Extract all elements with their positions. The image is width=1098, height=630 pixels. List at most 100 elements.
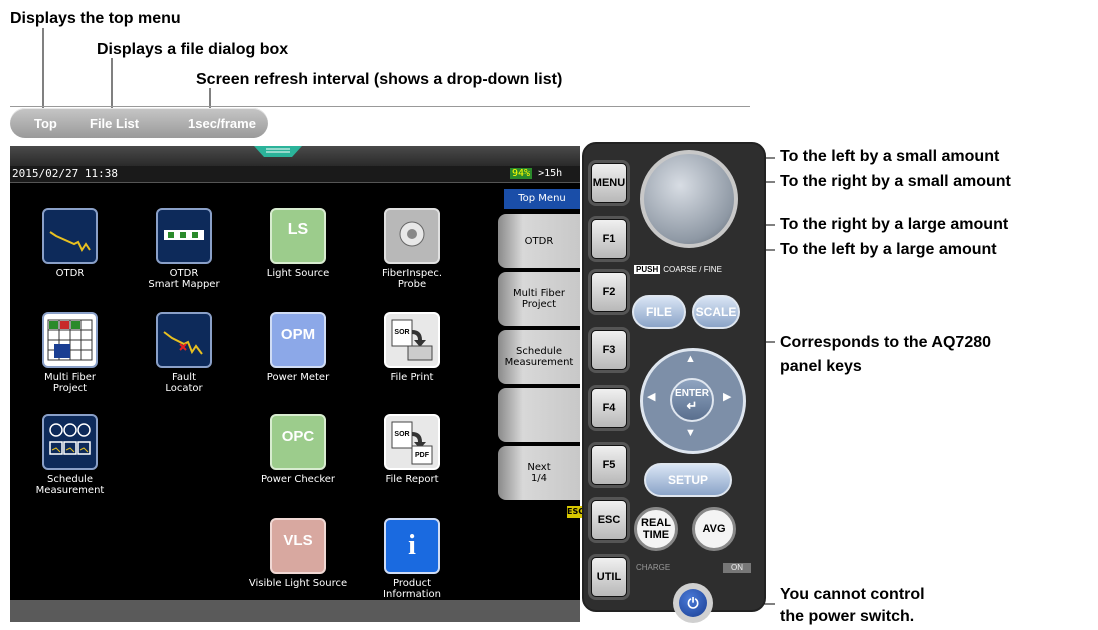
down-arrow-icon[interactable]: ▼	[685, 428, 696, 439]
app-power-checker[interactable]: OPC Power Checker	[242, 414, 354, 485]
app-file-report[interactable]: SOR PDF File Report	[356, 414, 468, 485]
charge-label: CHARGE	[636, 563, 671, 572]
annotation-top-menu: Displays the top menu	[10, 10, 181, 27]
enter-return-icon: ↵	[686, 398, 698, 413]
rotary-knob[interactable]	[640, 150, 738, 248]
annotation-panel-keys-line1: Corresponds to the AQ7280	[780, 334, 992, 351]
file-key[interactable]: FILE	[632, 295, 686, 329]
app-label: File Print	[390, 372, 434, 383]
app-label: Power Checker	[260, 474, 336, 485]
f3-key[interactable]: F3	[591, 330, 627, 370]
icon-text: OPM	[280, 325, 316, 343]
scale-key[interactable]: SCALE	[692, 295, 740, 329]
app-otdr[interactable]: OTDR	[14, 208, 126, 279]
app-label: Schedule Measurement	[35, 474, 105, 496]
softkey-next[interactable]: Next 1/4	[498, 446, 580, 500]
power-meter-icon: OPM	[270, 312, 326, 368]
app-label: Multi Fiber Project	[43, 372, 97, 394]
enter-key[interactable]: ENTER ↵	[670, 378, 714, 422]
probe-icon	[384, 208, 440, 264]
app-light-source[interactable]: LS Light Source	[242, 208, 354, 279]
multi-fiber-icon	[42, 312, 98, 368]
coarse-fine-label: COARSE / FINE	[663, 265, 722, 274]
top-button[interactable]: Top	[34, 116, 57, 131]
pull-down-tab-icon[interactable]	[254, 146, 302, 158]
app-label: Fault Locator	[165, 372, 203, 394]
icon-text-pdf: PDF	[415, 451, 429, 459]
icon-text: SOR	[394, 328, 410, 336]
annotation-panel-keys-line2: panel keys	[780, 358, 862, 375]
f2-key[interactable]: F2	[591, 272, 627, 312]
screen-bottom-bar	[10, 600, 580, 622]
icon-text: VLS	[283, 531, 313, 549]
annotation-left-large: To the left by a large amount	[780, 241, 997, 258]
annotation-power-line1: You cannot control	[780, 586, 925, 603]
annotation-file-dialog: Displays a file dialog box	[97, 41, 289, 58]
app-schedule-measurement[interactable]: Schedule Measurement	[14, 414, 126, 496]
util-key[interactable]: UTIL	[591, 557, 627, 597]
fault-locator-icon	[156, 312, 212, 368]
app-otdr-smart-mapper[interactable]: OTDR Smart Mapper	[128, 208, 240, 290]
file-list-button[interactable]: File List	[90, 116, 139, 131]
power-checker-icon: OPC	[270, 414, 326, 470]
app-fiber-inspec-probe[interactable]: FiberInspec. Probe	[356, 208, 468, 290]
battery-percent: 94%	[510, 168, 533, 179]
esc-indicator: ESC	[567, 506, 585, 518]
esc-key[interactable]: ESC	[591, 500, 627, 540]
f5-key[interactable]: F5	[591, 445, 627, 485]
light-source-icon: LS	[270, 208, 326, 264]
push-coarse-fine-label: PUSH COARSE / FINE	[634, 265, 722, 274]
icon-text: OPC	[281, 427, 315, 445]
setup-key[interactable]: SETUP	[644, 463, 732, 497]
annotation-left-small: To the left by a small amount	[780, 148, 1000, 165]
softkey-multi-fiber-project[interactable]: Multi Fiber Project	[498, 272, 580, 326]
push-label: PUSH	[634, 265, 661, 274]
toolbar-divider	[10, 106, 750, 107]
app-label: Light Source	[266, 268, 330, 279]
app-label: Power Meter	[266, 372, 330, 383]
power-switch[interactable]: ⏻	[673, 583, 713, 623]
app-visible-light-source[interactable]: VLS Visible Light Source	[242, 518, 354, 589]
annotation-right-small: To the right by a small amount	[780, 173, 1011, 190]
app-file-print[interactable]: SOR File Print	[356, 312, 468, 383]
schedule-icon	[42, 414, 98, 470]
app-product-information[interactable]: i Product Information	[356, 518, 468, 600]
power-icon: ⏻	[679, 589, 707, 617]
datetime: 2015/02/27 11:38	[12, 167, 118, 180]
app-label: OTDR Smart Mapper	[148, 268, 220, 290]
app-power-meter[interactable]: OPM Power Meter	[242, 312, 354, 383]
softkey-otdr[interactable]: OTDR	[498, 214, 580, 268]
up-arrow-icon[interactable]: ▲	[685, 354, 696, 365]
app-multi-fiber-project[interactable]: Multi Fiber Project	[14, 312, 126, 394]
icon-text: i	[408, 530, 416, 561]
top-toolbar: Top File List 1sec/frame	[10, 108, 268, 138]
side-menu-header: Top Menu	[504, 189, 580, 209]
device-screen: 2015/02/27 11:38 94% >15h OTDR OTDR Smar…	[10, 146, 585, 622]
app-label: Visible Light Source	[248, 578, 348, 589]
left-arrow-icon[interactable]: ◀	[647, 392, 655, 403]
otdr-icon	[42, 208, 98, 264]
smart-mapper-icon	[156, 208, 212, 264]
app-fault-locator[interactable]: Fault Locator	[128, 312, 240, 394]
file-print-icon: SOR	[384, 312, 440, 368]
f4-key[interactable]: F4	[591, 388, 627, 428]
annotation-refresh-interval: Screen refresh interval (shows a drop-do…	[196, 71, 563, 88]
app-label: OTDR	[55, 268, 85, 279]
menu-key[interactable]: MENU	[591, 163, 627, 203]
softkey-schedule-measurement[interactable]: Schedule Measurement	[498, 330, 580, 384]
app-label: Product Information	[383, 578, 441, 600]
icon-text: LS	[287, 221, 309, 238]
realtime-key[interactable]: REAL TIME	[634, 507, 678, 551]
vls-icon: VLS	[270, 518, 326, 574]
on-label: ON	[723, 563, 751, 573]
refresh-interval-dropdown[interactable]: 1sec/frame	[188, 116, 256, 131]
battery-time: >15h	[538, 168, 563, 179]
f1-key[interactable]: F1	[591, 219, 627, 259]
right-arrow-icon[interactable]: ▶	[723, 392, 731, 403]
avg-key[interactable]: AVG	[692, 507, 736, 551]
app-label: FiberInspec. Probe	[381, 268, 443, 290]
file-report-icon: SOR PDF	[384, 414, 440, 470]
softkey-blank[interactable]	[498, 388, 580, 442]
info-icon: i	[384, 518, 440, 574]
annotation-right-large: To the right by a large amount	[780, 216, 1009, 233]
